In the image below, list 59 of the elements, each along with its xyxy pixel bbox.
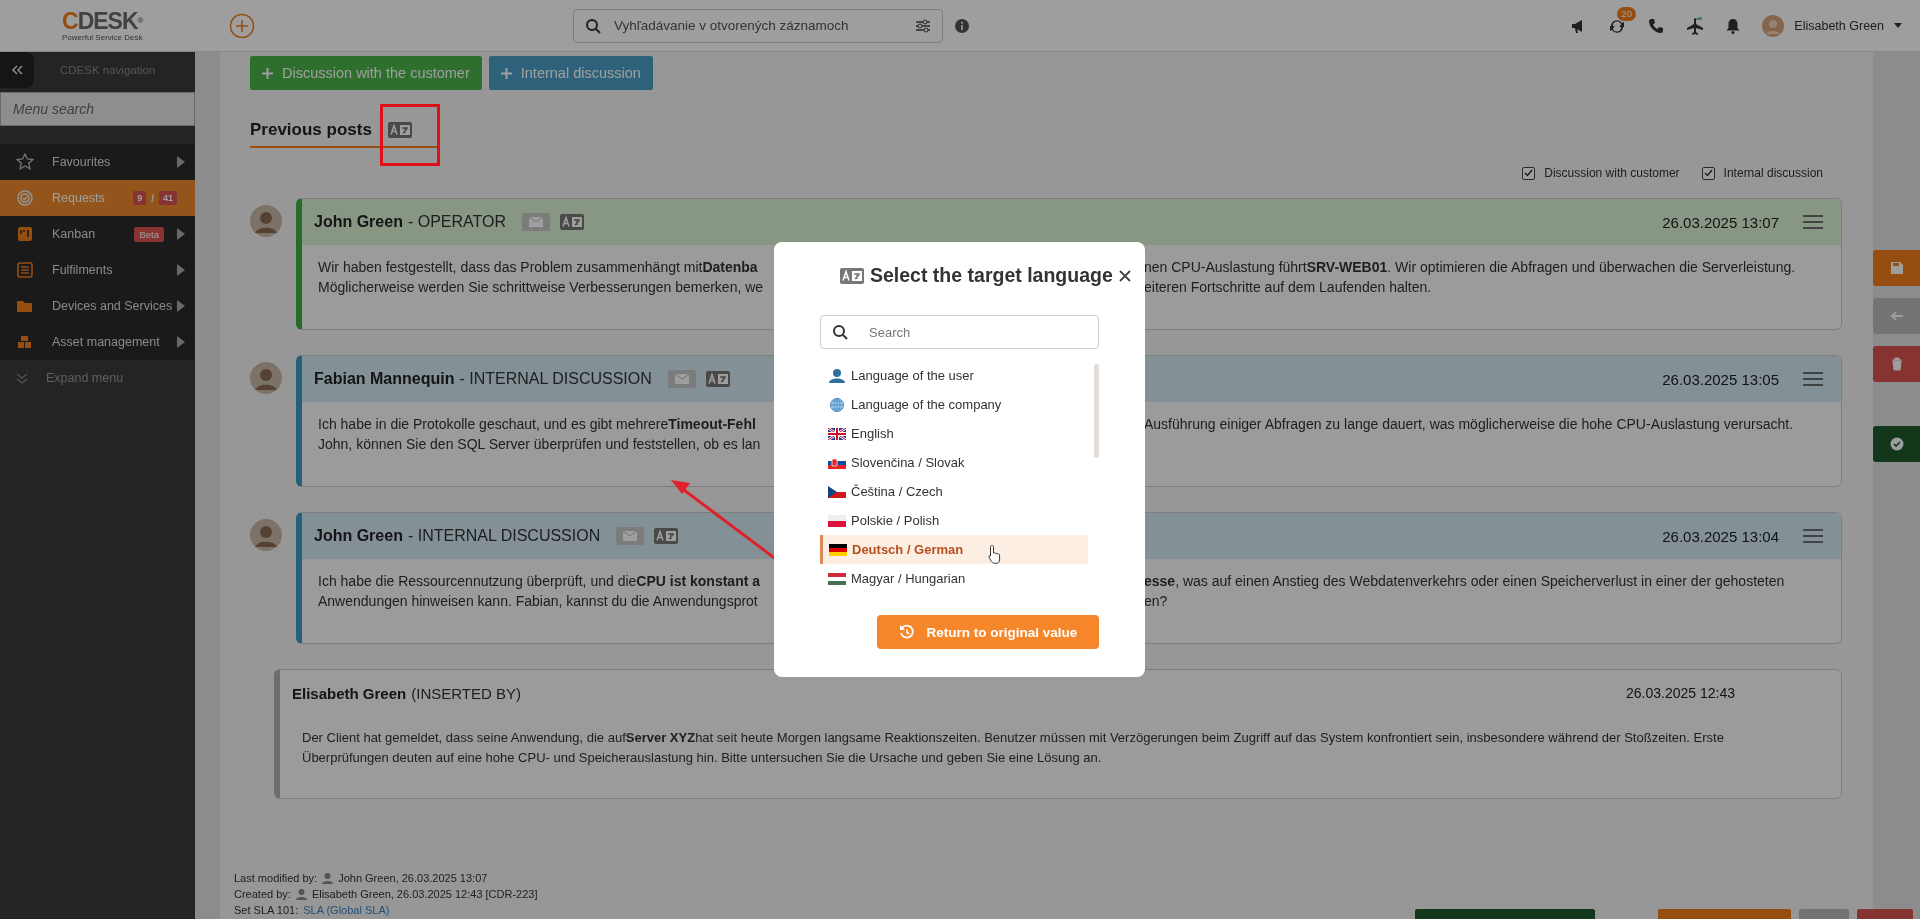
checkbox-label: Discussion with customer bbox=[1544, 166, 1680, 180]
menu-item[interactable]: Requests 9 / 41 bbox=[0, 180, 195, 216]
post-date: 26.03.2025 13:05 bbox=[1662, 370, 1779, 388]
language-option[interactable]: English bbox=[820, 419, 1088, 448]
language-option[interactable]: Language of the user bbox=[820, 361, 1088, 390]
footer-value: John Green, 26.03.2025 13:07 bbox=[338, 872, 488, 884]
section-title: Previous posts bbox=[250, 120, 372, 140]
post-date: 26.03.2025 13:04 bbox=[1662, 527, 1779, 545]
menu-search-field[interactable]: Menu search bbox=[0, 92, 195, 126]
search-field[interactable]: Search bbox=[820, 315, 1099, 349]
sla-link[interactable]: SLA (Global SLA) bbox=[303, 904, 390, 916]
notification-badge: 20 bbox=[1617, 6, 1636, 21]
post-text: Wir haben festgestellt, dass das Problem zusammenhängt mitDatenba bbox=[318, 258, 759, 277]
count-badge: 41 bbox=[159, 191, 177, 205]
post-text: Möglicherweise werden Sie schrittweise Verbesserungen bemerken, we bbox=[318, 278, 765, 297]
post-role: - OPERATOR bbox=[407, 213, 506, 231]
post-text: Ausführung einiger Abfragen zu lange dauert, was möglicherweise die hohe CPU-Auslastung verursacht. bbox=[1144, 415, 1795, 434]
checkbox-label: Internal discussion bbox=[1723, 166, 1823, 180]
user-name[interactable]: Elisabeth Green bbox=[1794, 18, 1884, 33]
post-text: esse, was auf einen Anstieg des Webdatenverkehrs oder einen Speicherverlust in einer der gehosteten bbox=[1144, 572, 1786, 591]
post-text: Ich habe die Ressourcennutzung überprüft, und dieCPU ist konstant a bbox=[318, 572, 762, 591]
menu-item[interactable]: Devices and Services bbox=[0, 288, 195, 324]
menu-item[interactable]: Favourites bbox=[0, 144, 195, 180]
author-name: Elisabeth Green bbox=[292, 684, 407, 702]
post-text: en? bbox=[1144, 592, 1169, 611]
logo: CDESK$^{®}$ bbox=[62, 9, 144, 32]
language-option[interactable]: Language of the company bbox=[820, 390, 1088, 419]
count-separator: / bbox=[151, 192, 154, 204]
logo-tagline: Powerful Service Desk bbox=[62, 32, 143, 42]
author-name: Fabian Mannequin bbox=[314, 370, 455, 388]
count-badge: 9 bbox=[133, 191, 147, 205]
footer-label: Set SLA 101: bbox=[234, 904, 299, 916]
post-text: Ich habe in die Protokolle geschaut, und es gibt mehrereTimeout-Fehl bbox=[318, 415, 757, 434]
post-text: eiteren Fortschritte auf dem Laufenden halten. bbox=[1144, 278, 1433, 297]
menu-item[interactable]: Asset management bbox=[0, 324, 195, 360]
post-role: (INSERTED BY) bbox=[411, 684, 521, 702]
footer-label: Created by: bbox=[234, 888, 291, 900]
language-option[interactable]: Polskie / Polish bbox=[820, 506, 1088, 535]
post-role: - INTERNAL DISCUSSION bbox=[407, 527, 601, 545]
menu-item[interactable]: Fulfilments bbox=[0, 252, 195, 288]
language-option[interactable]: Deutsch / German bbox=[820, 535, 1088, 564]
post-text: nen CPU-Auslastung führtSRV-WEB01. Wir optimieren die Abfragen und überwachen die Serverleistung. bbox=[1144, 258, 1797, 277]
footer-value: Elisabeth Green, 26.03.2025 12:43 [CDR-223] bbox=[311, 888, 538, 900]
footer-label: Last modified by: bbox=[234, 872, 318, 884]
dialog-title: Select the target language bbox=[870, 264, 1113, 287]
post-date: 26.03.2025 13:07 bbox=[1662, 213, 1779, 231]
author-name: John Green bbox=[314, 213, 403, 231]
menu-item[interactable]: Kanban Beta bbox=[0, 216, 195, 252]
language-option[interactable]: Čeština / Czech bbox=[820, 477, 1088, 506]
language-option[interactable]: Slovenčina / Slovak bbox=[820, 448, 1088, 477]
author-name: John Green bbox=[314, 527, 403, 545]
tag: Beta bbox=[134, 226, 164, 242]
post-role: - INTERNAL DISCUSSION bbox=[459, 370, 652, 388]
post-date: 26.03.2025 12:43 bbox=[1626, 685, 1735, 701]
language-option[interactable]: Magyar / Hungarian bbox=[820, 564, 1088, 593]
post-text: Anwendungen hinweisen kann. Fabian, kannst du die Anwendungsprot bbox=[318, 592, 759, 611]
post-text: Der Client hat gemeldet, dass seine Anwendung, die aufServer XYZhat seit heute Morgen langsame Reaktionszeiten. Benutzer müssen mit Verzögerungen beim Zugriff auf das System konfrontiert sein, insbesondere während der Stoßzeiten. Erste Überprüfungen deuten auf eine hohe CPU- und Speicherauslastung hin. Bitte untersuchen Sie die Ursache und geben Sie eine Lösung an. bbox=[301, 729, 1725, 767]
search-field[interactable]: Vyhľadávanie v otvorených záznamoch bbox=[573, 8, 943, 43]
post-text: John, können Sie den SQL Server überprüfen und feststellen, ob es lan bbox=[318, 435, 762, 454]
